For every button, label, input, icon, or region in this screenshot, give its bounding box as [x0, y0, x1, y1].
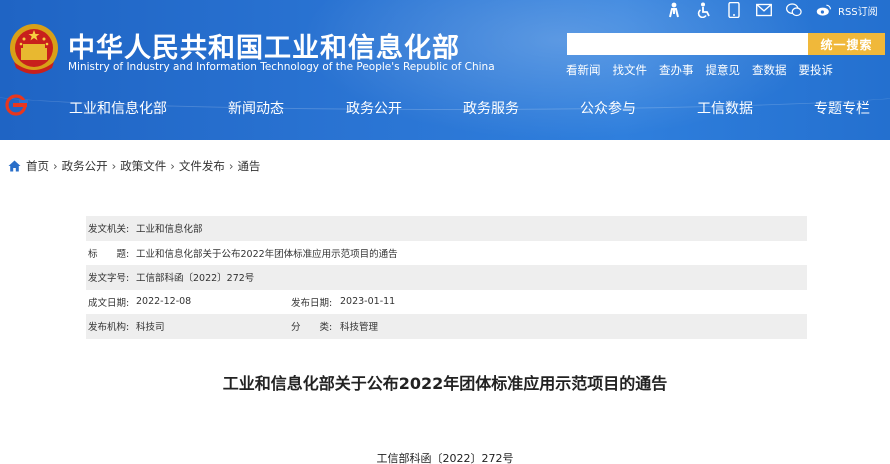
- nav-item-open-government[interactable]: 政务公开: [346, 98, 402, 118]
- accessibility-icon[interactable]: [696, 2, 712, 18]
- main-nav: 工业和信息化部 新闻动态 政务公开 政务服务 公众参与 工信数据 专题专栏: [0, 92, 890, 120]
- quick-link-files[interactable]: 找文件: [613, 62, 648, 78]
- breadcrumb-file-release[interactable]: 文件发布: [179, 158, 225, 174]
- category-label: 分 类:: [291, 322, 333, 334]
- breadcrumb-separator: ›: [111, 159, 117, 173]
- breadcrumb-separator: ›: [228, 159, 234, 173]
- quick-link-services[interactable]: 查办事: [659, 62, 694, 78]
- category-value: 科技管理: [340, 322, 379, 334]
- document-title: 工业和信息化部关于公布2022年团体标准应用示范项目的通告: [222, 374, 668, 393]
- search-button[interactable]: 统一搜索: [808, 33, 885, 55]
- mobile-icon[interactable]: [726, 2, 742, 18]
- breadcrumb: 首页 › 政务公开 › 政策文件 › 文件发布 › 通告: [8, 158, 260, 174]
- docno-label: 发文字号:: [88, 273, 130, 285]
- quick-link-feedback[interactable]: 提意见: [706, 62, 741, 78]
- quick-link-data[interactable]: 查数据: [752, 62, 787, 78]
- site-title[interactable]: 中华人民共和国工业和信息化部: [68, 26, 460, 65]
- quick-link-complaint[interactable]: 要投诉: [799, 62, 834, 78]
- breadcrumb-open-government[interactable]: 政务公开: [62, 158, 108, 174]
- quick-links: 看新闻 找文件 查办事 提意见 查数据 要投诉: [566, 62, 845, 78]
- weibo-icon[interactable]: [816, 2, 832, 18]
- nav-item-news[interactable]: 新闻动态: [228, 98, 284, 118]
- created-label: 成文日期:: [88, 297, 130, 309]
- org-label: 发布机构:: [88, 322, 130, 334]
- document-number: 工信部科函〔2022〕272号: [376, 452, 514, 464]
- nav-item-miit[interactable]: 工业和信息化部: [69, 98, 167, 118]
- docno-value: 工信部科函〔2022〕272号: [136, 273, 255, 285]
- published-value: 2023-01-11: [340, 296, 396, 308]
- quick-link-news[interactable]: 看新闻: [566, 62, 601, 78]
- nav-item-services[interactable]: 政务服务: [463, 98, 519, 118]
- national-emblem-icon[interactable]: [8, 22, 60, 78]
- issuer-label: 发文机关:: [88, 224, 130, 236]
- nav-item-participation[interactable]: 公众参与: [580, 98, 636, 118]
- wechat-icon[interactable]: [786, 2, 802, 18]
- created-value: 2022-12-08: [136, 296, 192, 308]
- elder-mode-icon[interactable]: [666, 2, 682, 18]
- rss-link[interactable]: RSS订阅: [838, 3, 878, 18]
- utility-icons: RSS订阅: [666, 0, 878, 20]
- title-value: 工业和信息化部关于公布2022年团体标准应用示范项目的通告: [136, 248, 398, 260]
- info-row-org: 发布机构: 科技司 分 类: 科技管理: [86, 314, 807, 339]
- nav-item-data[interactable]: 工信数据: [697, 98, 753, 118]
- document-info-table: 发文机关: 工业和信息化部 标 题: 工业和信息化部关于公布2022年团体标准应…: [86, 216, 807, 339]
- breadcrumb-home[interactable]: 首页: [26, 158, 49, 174]
- published-label: 发布日期:: [291, 297, 333, 309]
- search-input[interactable]: [567, 33, 808, 55]
- breadcrumb-policy-files[interactable]: 政策文件: [120, 158, 166, 174]
- issuer-value: 工业和信息化部: [136, 224, 203, 236]
- breadcrumb-notice[interactable]: 通告: [237, 158, 260, 174]
- home-icon[interactable]: [8, 160, 21, 172]
- nav-item-topics[interactable]: 专题专栏: [814, 98, 870, 118]
- info-row-issuer: 发文机关: 工业和信息化部: [86, 216, 807, 241]
- info-row-docno: 发文字号: 工信部科函〔2022〕272号: [86, 265, 807, 290]
- org-value: 科技司: [136, 322, 165, 334]
- breadcrumb-separator: ›: [53, 159, 58, 173]
- site-title-english: Ministry of Industry and Information Tec…: [68, 61, 495, 73]
- breadcrumb-separator: ›: [170, 159, 175, 173]
- info-row-dates: 成文日期: 2022-12-08 发布日期: 2023-01-11: [86, 290, 807, 315]
- title-label: 标 题:: [88, 248, 130, 260]
- info-row-title: 标 题: 工业和信息化部关于公布2022年团体标准应用示范项目的通告: [86, 241, 807, 266]
- mail-icon[interactable]: [756, 2, 772, 18]
